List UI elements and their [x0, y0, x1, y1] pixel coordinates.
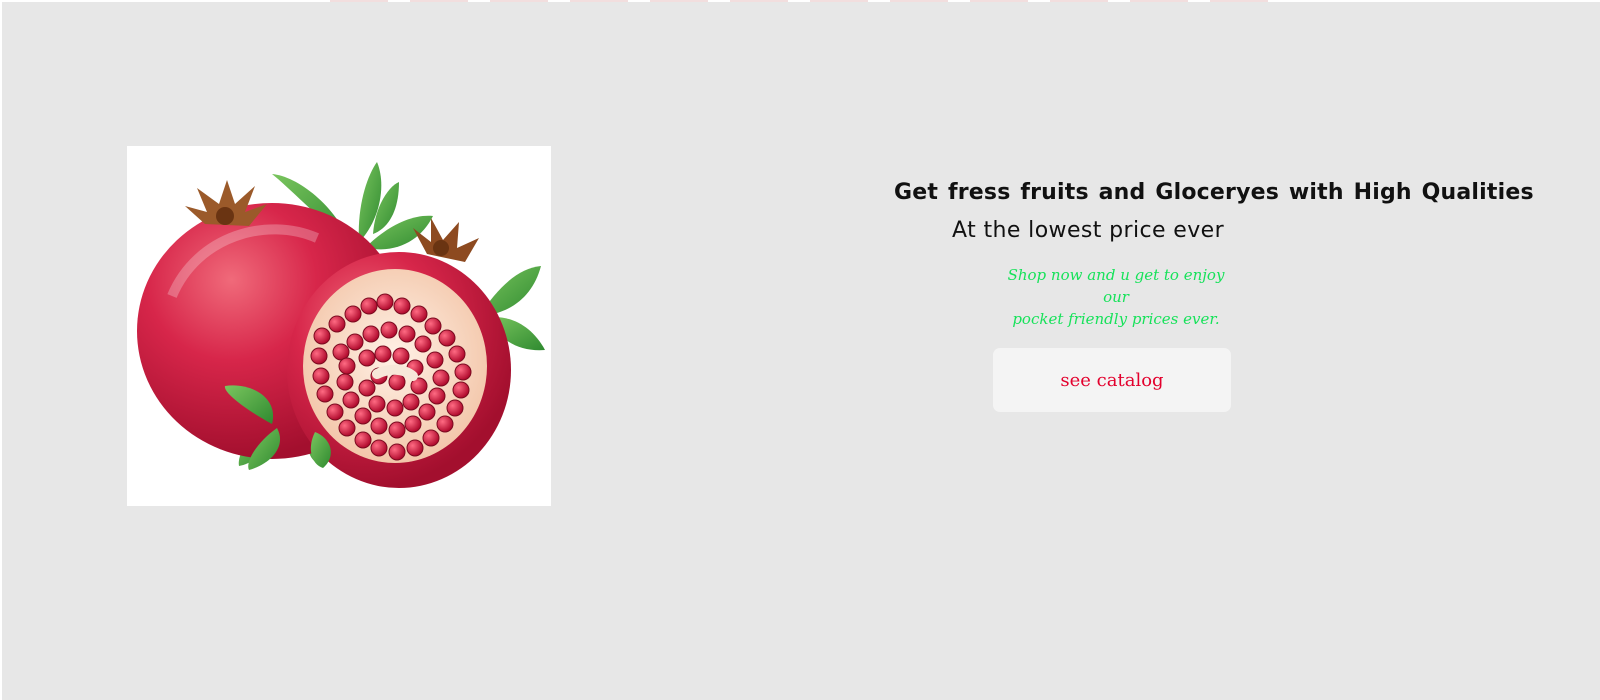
see-catalog-button[interactable]: see catalog — [993, 348, 1231, 412]
promo-line-2: pocket friendly prices ever. — [1012, 310, 1220, 328]
promo-line-1: Shop now and u get to enjoy our — [1007, 266, 1225, 306]
promo-text: Shop now and u get to enjoy our pocket f… — [996, 264, 1236, 330]
hero-headline: Get fress fruits and Gloceryes with High… — [894, 180, 1534, 205]
page: Get fress fruits and Gloceryes with High… — [0, 0, 1600, 700]
hero-banner: Get fress fruits and Gloceryes with High… — [2, 2, 1600, 700]
pomegranate-image — [127, 146, 551, 506]
hero-subheadline: At the lowest price ever — [952, 218, 1225, 243]
